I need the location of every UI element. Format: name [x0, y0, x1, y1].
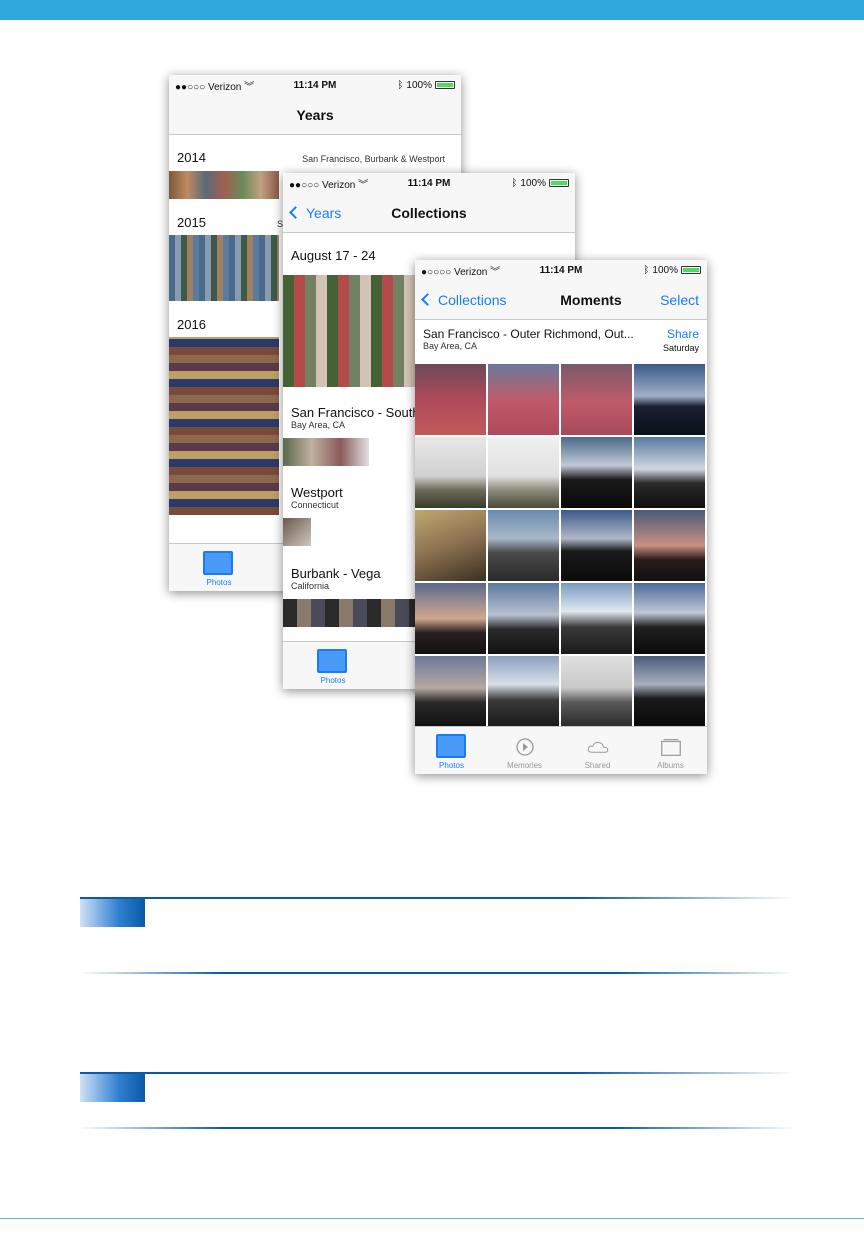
photo-thumbnail[interactable] [415, 364, 486, 435]
share-button[interactable]: Share [667, 327, 699, 341]
group-thumbnail-strip[interactable] [283, 438, 369, 466]
tab-shared[interactable]: Shared [561, 727, 634, 774]
tab-label: Photos [439, 761, 464, 770]
photo-thumbnail[interactable] [415, 437, 486, 508]
year-thumbnail-strip[interactable] [169, 337, 279, 515]
callout-rule-bottom [80, 1127, 795, 1129]
year-thumbnail-strip[interactable] [169, 235, 279, 301]
tab-label: Photos [320, 676, 346, 685]
callout-rule-top [80, 897, 795, 899]
photos-icon [317, 649, 347, 673]
battery-icon [434, 81, 455, 89]
tab-photos[interactable]: Photos [415, 727, 488, 774]
photo-grid [415, 364, 705, 727]
carrier-label: Verizon [453, 266, 488, 278]
callout-rule-top [80, 1072, 795, 1074]
photo-thumbnail[interactable] [634, 510, 705, 581]
photo-thumbnail[interactable] [488, 364, 559, 435]
albums-icon [660, 739, 681, 756]
carrier-label: Verizon [207, 81, 242, 93]
bluetooth-icon: ᛒ [511, 177, 518, 189]
photos-icon [435, 734, 466, 758]
status-bar: ●○○○○ Verizon ︾ 11:14 PM ᛒ 100% [415, 260, 707, 280]
photo-thumbnail[interactable] [561, 364, 632, 435]
wifi-icon: ︾ [358, 179, 369, 191]
photo-thumbnail[interactable] [561, 437, 632, 508]
year-label: 2015 [177, 215, 206, 230]
photo-thumbnail[interactable] [561, 583, 632, 654]
nav-bar: Collections Moments Select [415, 280, 707, 320]
photo-thumbnail[interactable] [415, 656, 486, 727]
select-button[interactable]: Select [660, 292, 699, 308]
photo-thumbnail[interactable] [634, 656, 705, 727]
tab-albums[interactable]: Albums [634, 727, 707, 774]
header-bar [0, 0, 864, 20]
moments-screen: ●○○○○ Verizon ︾ 11:14 PM ᛒ 100% Collectio… [415, 260, 707, 774]
status-bar: ●●○○○ Verizon ︾ 11:14 PM ᛒ 100% [283, 173, 575, 193]
photo-thumbnail[interactable] [561, 656, 632, 727]
year-label: 2016 [177, 317, 206, 332]
collection-thumbnail-grid[interactable] [283, 275, 415, 387]
battery-icon [548, 179, 569, 187]
year-label: 2014 [177, 150, 206, 165]
year-row[interactable]: 2014 San Francisco, Burbank & Westport [177, 150, 453, 165]
photo-thumbnail[interactable] [415, 510, 486, 581]
photo-thumbnail[interactable] [488, 656, 559, 727]
bluetooth-icon: ᛒ [397, 79, 404, 91]
photo-thumbnail[interactable] [561, 510, 632, 581]
status-time: 11:14 PM [539, 264, 583, 276]
callout-marker [80, 1074, 145, 1102]
wifi-icon: ︾ [490, 266, 501, 278]
battery-percent: 100% [520, 177, 546, 189]
year-thumbnail-strip[interactable] [169, 171, 279, 199]
tab-bar: Photos Memories Shared Albums [415, 726, 707, 774]
cloud-icon [587, 741, 608, 753]
moment-sublocation: Bay Area, CA [423, 341, 478, 351]
moment-location: San Francisco - Outer Richmond, Out... [423, 327, 634, 341]
page-title: Years [296, 106, 334, 123]
moment-day: Saturday [662, 343, 699, 353]
status-bar: ●●○○○ Verizon ︾ 11:14 PM ᛒ 100% [169, 75, 461, 95]
callout-marker [80, 899, 145, 927]
memories-icon [515, 738, 534, 756]
year-location: San Francisco, Burbank & Westport [302, 154, 445, 164]
status-time: 11:14 PM [407, 177, 451, 189]
photo-thumbnail[interactable] [634, 364, 705, 435]
photos-icon [203, 551, 233, 575]
bluetooth-icon: ᛒ [643, 264, 650, 276]
nav-bar: Years Collections [283, 193, 575, 233]
group-thumbnail-strip[interactable] [283, 599, 415, 627]
callout-rule-bottom [80, 972, 795, 974]
tab-label: Memories [506, 761, 543, 770]
photo-thumbnail[interactable] [634, 583, 705, 654]
photo-thumbnail[interactable] [488, 510, 559, 581]
callout-box-1 [80, 897, 795, 977]
photo-thumbnail[interactable] [488, 583, 559, 654]
tab-photos[interactable]: Photos [169, 544, 269, 591]
photo-thumbnail[interactable] [634, 437, 705, 508]
callout-box-2 [80, 1072, 795, 1132]
carrier-label: Verizon [321, 179, 356, 191]
tab-label: Shared [584, 761, 611, 770]
battery-icon [680, 266, 701, 274]
battery-percent: 100% [406, 79, 432, 91]
battery-percent: 100% [652, 264, 678, 276]
footer-rule [0, 1218, 864, 1219]
nav-bar: Years [169, 95, 461, 135]
tab-memories[interactable]: Memories [488, 727, 561, 774]
tab-label: Photos [206, 578, 232, 587]
wifi-icon: ︾ [244, 81, 255, 93]
tab-label: Albums [657, 761, 684, 770]
status-time: 11:14 PM [293, 79, 337, 91]
moment-header[interactable]: San Francisco - Outer Richmond, Out... B… [423, 327, 699, 361]
page-title: Collections [391, 204, 467, 221]
chevron-left-icon [421, 293, 434, 306]
photo-thumbnail[interactable] [415, 583, 486, 654]
group-thumbnail-strip[interactable] [283, 518, 311, 546]
tab-photos[interactable]: Photos [283, 642, 383, 689]
photo-thumbnail[interactable] [488, 437, 559, 508]
